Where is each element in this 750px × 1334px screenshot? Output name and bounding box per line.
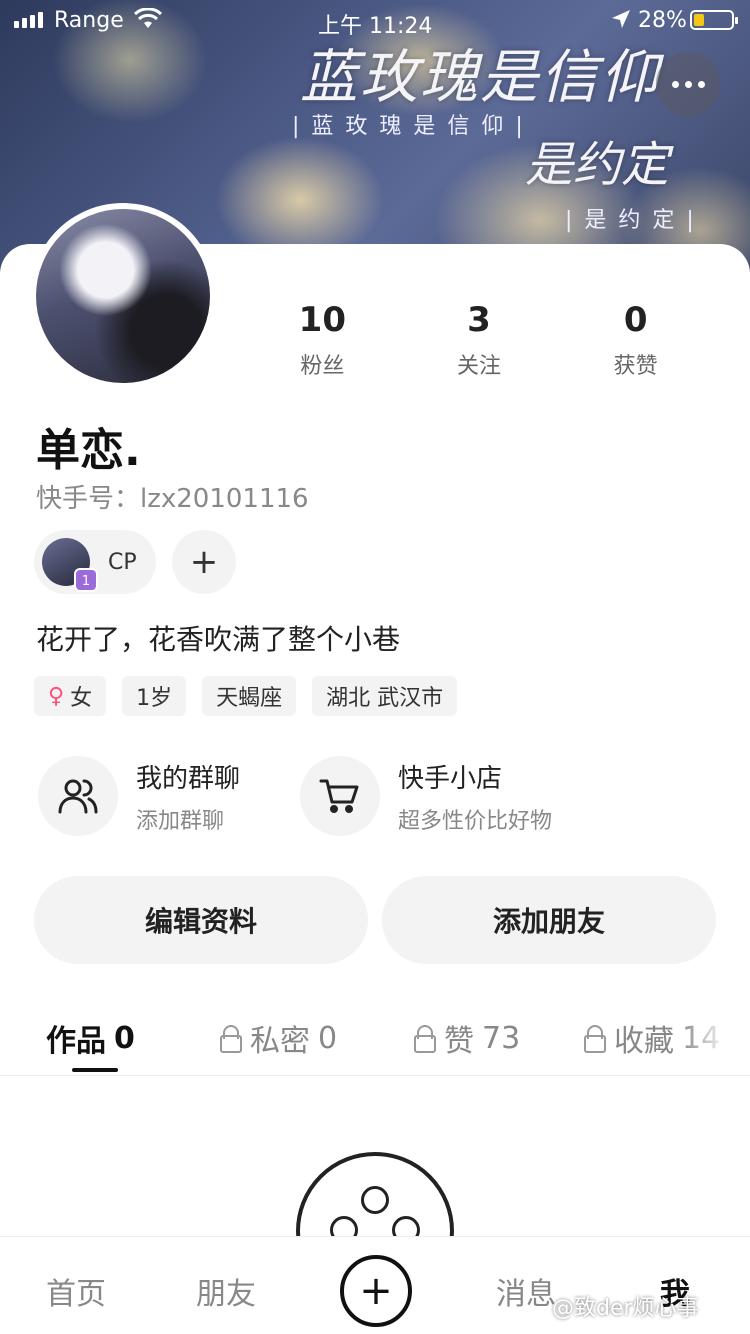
dot-icon: [684, 80, 692, 88]
location-arrow-icon: [610, 8, 632, 36]
lock-icon: [220, 1025, 242, 1053]
tab-label: 收藏: [614, 1024, 674, 1059]
clock: 上午 11:24: [318, 14, 433, 39]
feature-subtitle: 添加群聊: [136, 808, 225, 834]
dot-icon: [697, 80, 705, 88]
tag-label: 湖北 武汉市: [326, 686, 444, 711]
plus-icon: +: [359, 1268, 393, 1314]
status-bar: Range 上午 11:24 28%: [0, 0, 750, 40]
kuaishou-shop[interactable]: 快手小店 超多性价比好物: [300, 756, 552, 836]
nav-friends[interactable]: 朋友: [196, 1269, 256, 1313]
tag-gender[interactable]: ♀ 女: [34, 676, 107, 716]
feature-subtitle: 超多性价比好物: [398, 808, 553, 834]
tab-count: 0: [114, 1020, 135, 1056]
feature-title: 我的群聊: [136, 763, 241, 794]
banner-subtitle: |蓝玫瑰是信仰|: [292, 114, 535, 139]
cp-label: CP: [108, 549, 137, 575]
user-id[interactable]: 快手号：lzx20101116: [36, 478, 309, 515]
content-tabs: 作品 0 私密 0 赞 73 收藏 14: [0, 1010, 750, 1076]
tab-label: 赞: [444, 1024, 474, 1059]
dot-icon: [671, 80, 679, 88]
stat-value: 3: [467, 300, 491, 340]
tag-age[interactable]: 1岁: [122, 676, 187, 716]
stat-value: 10: [298, 300, 346, 340]
stat-following[interactable]: 3 关注: [401, 300, 558, 380]
nav-messages[interactable]: 消息: [496, 1269, 556, 1313]
tab-private[interactable]: 私密 0: [220, 1016, 337, 1060]
stat-likes[interactable]: 0 获赞: [557, 300, 714, 380]
female-icon: ♀: [48, 683, 65, 709]
avatar-image: [36, 209, 210, 383]
tag-label: 女: [70, 686, 93, 711]
nav-home[interactable]: 首页: [46, 1269, 106, 1313]
banner-title-2: 是约定: [525, 137, 670, 193]
more-options-button[interactable]: [656, 52, 720, 116]
stat-value: 0: [623, 300, 648, 340]
tab-fade: [680, 1010, 750, 1070]
tab-works[interactable]: 作品 0: [46, 1016, 135, 1060]
feature-title: 快手小店: [398, 763, 503, 794]
plus-icon: +: [189, 542, 219, 582]
wifi-icon: [133, 7, 163, 36]
watermark: @致der烦心事: [552, 1296, 699, 1321]
add-friend-button[interactable]: 添加朋友: [382, 876, 716, 964]
stats-row: 10 粉丝 3 关注 0 获赞: [244, 300, 714, 380]
lock-icon: [414, 1025, 436, 1053]
lock-icon: [584, 1025, 606, 1053]
add-button[interactable]: +: [172, 530, 236, 594]
my-group-chat[interactable]: 我的群聊 添加群聊: [38, 756, 240, 836]
stat-label: 获赞: [613, 354, 658, 379]
dot-icon: [361, 1186, 389, 1214]
create-button[interactable]: +: [340, 1255, 412, 1327]
edit-profile-button[interactable]: 编辑资料: [34, 876, 368, 964]
battery-icon: [690, 10, 738, 30]
avatar[interactable]: [30, 203, 216, 389]
carrier-name: Range: [54, 8, 124, 33]
cp-level-badge: 1: [74, 568, 98, 592]
tag-location[interactable]: 湖北 武汉市: [312, 676, 458, 716]
tab-label: 私密: [250, 1024, 310, 1059]
signal-icon: [14, 12, 43, 28]
battery-level: [694, 14, 704, 26]
tag-label: 1岁: [136, 686, 173, 711]
username: 单恋.: [36, 425, 141, 476]
cp-avatar: 1: [42, 538, 98, 592]
tab-likes[interactable]: 赞 73: [414, 1016, 520, 1060]
tab-count: 73: [482, 1020, 521, 1056]
group-icon: [38, 756, 118, 836]
battery-percent: 28%: [638, 8, 687, 33]
profile-tags: ♀ 女 1岁 天蝎座 湖北 武汉市: [34, 676, 458, 716]
tab-count: 0: [318, 1020, 338, 1056]
banner-subtitle-2: |是约定|: [565, 208, 706, 233]
stat-label: 粉丝: [300, 354, 345, 379]
stat-followers[interactable]: 10 粉丝: [244, 300, 401, 380]
cart-icon: [300, 756, 380, 836]
bio[interactable]: 花开了，花香吹满了整个小巷: [36, 618, 400, 658]
active-tab-indicator: [72, 1068, 118, 1072]
tab-label: 作品: [46, 1024, 106, 1059]
tag-zodiac[interactable]: 天蝎座: [202, 676, 297, 716]
banner-title: 蓝玫瑰是信仰: [300, 43, 661, 111]
tag-label: 天蝎座: [216, 686, 283, 711]
stat-label: 关注: [457, 354, 502, 379]
cp-button[interactable]: 1 CP: [34, 530, 156, 594]
